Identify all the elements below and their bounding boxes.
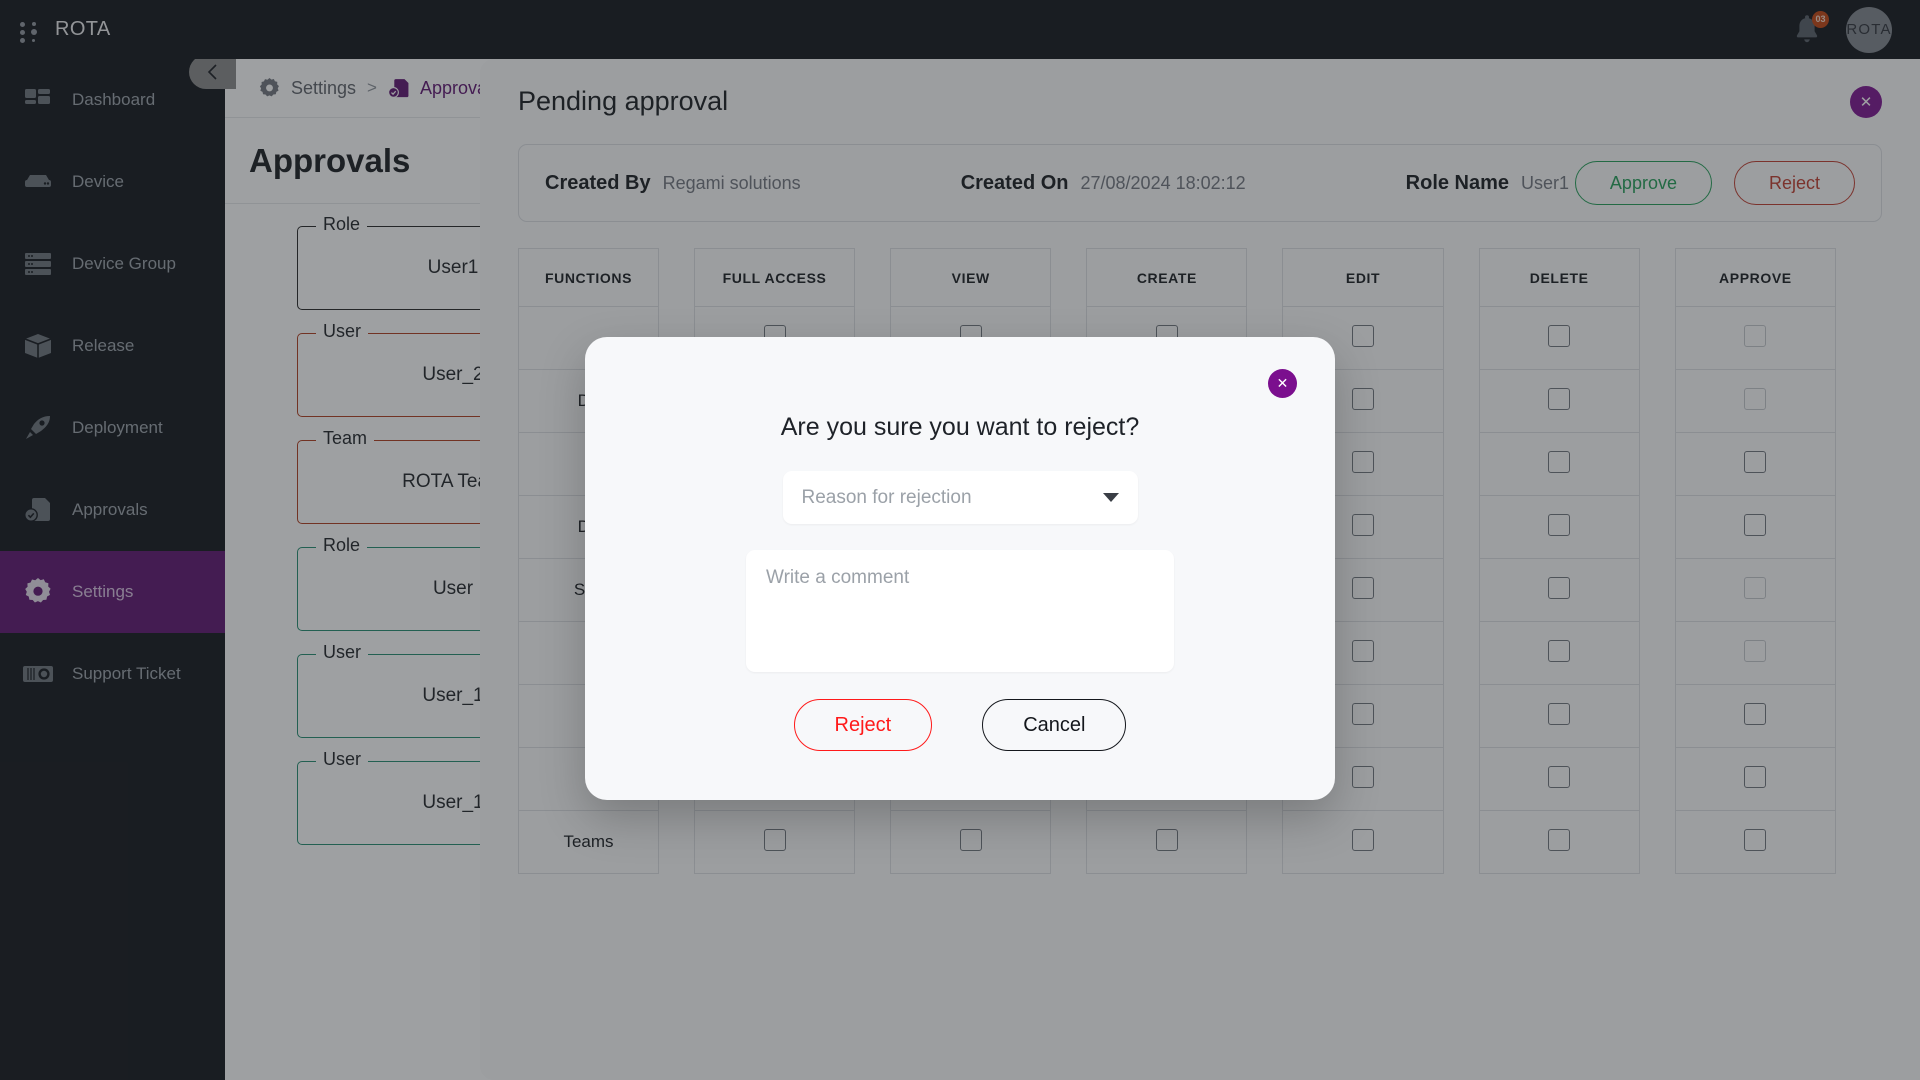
modal-actions: Reject Cancel [585,699,1335,751]
comment-input[interactable]: Write a comment [746,550,1174,672]
chevron-down-icon [1102,493,1119,502]
modal-reject-button[interactable]: Reject [793,699,933,751]
modal-question: Are you sure you want to reject? [780,413,1140,441]
reject-confirm-modal: ✕ Are you sure you want to reject? Reaso… [585,337,1335,800]
modal-cancel-button[interactable]: Cancel [982,699,1127,751]
reason-select[interactable]: Reason for rejection [782,471,1138,524]
reason-select-placeholder: Reason for rejection [801,486,972,508]
close-icon[interactable]: ✕ [1268,369,1297,398]
